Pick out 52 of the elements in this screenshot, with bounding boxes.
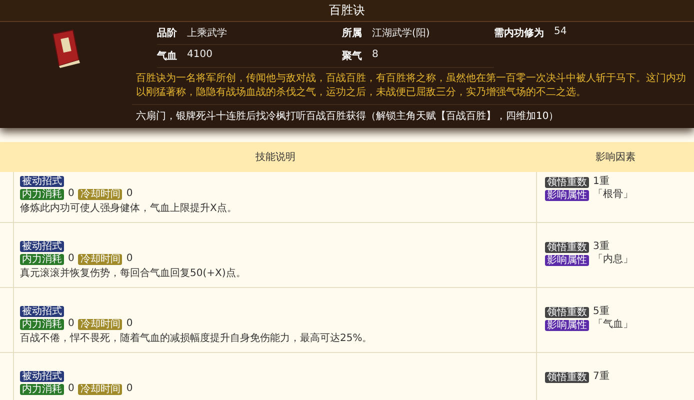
- cooldown-value: 0: [126, 188, 133, 200]
- attribute-value: 上乘武学: [187, 26, 227, 40]
- level-value: 7重: [593, 371, 610, 383]
- attribute-value: 4100: [187, 49, 212, 62]
- level-value: 5重: [593, 306, 610, 318]
- cooldown-badge: 冷却时间: [78, 318, 122, 330]
- source-text: 六扇门，银牌死斗十连胜后找冷枫打听百战百胜获得（解锁主角天赋【百战百胜】，四维加10）: [135, 110, 560, 124]
- skill-type-badge: 被动招式: [20, 371, 64, 382]
- attribute-label: 需内功修为: [494, 26, 544, 40]
- cost-badge: 内力消耗: [20, 318, 64, 330]
- affected-attribute: 「根骨」: [593, 189, 633, 201]
- skill-type-badge: 被动招式: [20, 306, 64, 317]
- level-badge: 领悟重数: [545, 372, 589, 382]
- column-header: 技能说明: [254, 150, 296, 164]
- attribute-value: 江湖武学(阳): [372, 26, 430, 40]
- attribute-value: 8: [372, 49, 378, 62]
- skill-description: 百胜诀为一名将军所创，传闻他与敌对战，百战百胜，有百胜将之称，虽然他在第一百零一次决斗中被人斩于马下。这门内功以刚猛著称，隐隐有战场血战的杀伐之气，运功之后，未战便已屈敌三分，实乃增强气场的不二之选。: [132, 68, 694, 105]
- skill-effect-text: 真元滚滚并恢复伤势，每回合气血回复50(+X)点。: [20, 266, 247, 280]
- level-value: 1重: [593, 176, 610, 188]
- affected-attribute: 「气血」: [593, 319, 633, 331]
- level-badge: 领悟重数: [545, 176, 589, 188]
- cost-value: 0: [68, 253, 74, 265]
- cost-badge: 内力消耗: [20, 188, 64, 200]
- attribute-badge: 影响属性: [545, 190, 589, 200]
- level-value: 3重: [593, 241, 610, 253]
- column-header: 影响因素: [594, 150, 636, 164]
- skill-type-badge: 被动招式: [20, 176, 64, 187]
- cost-value: 0: [68, 383, 74, 395]
- attribute-label: 所属: [342, 26, 362, 40]
- cooldown-value: 0: [126, 318, 133, 330]
- attribute-value: 54: [554, 26, 567, 39]
- cooldown-value: 0: [126, 383, 133, 395]
- cooldown-badge: 冷却时间: [78, 188, 122, 200]
- cost-value: 0: [68, 188, 74, 200]
- cooldown-badge: 冷却时间: [78, 384, 122, 394]
- attribute-label: 气血: [157, 50, 177, 63]
- skill-title: 百胜诀: [0, 0, 694, 22]
- cost-value: 0: [68, 318, 74, 330]
- cooldown-badge: 冷却时间: [78, 254, 122, 264]
- cost-badge: 内力消耗: [20, 254, 64, 264]
- attribute-label: 品阶: [157, 26, 177, 40]
- attribute-badge: 影响属性: [545, 320, 589, 330]
- cost-badge: 内力消耗: [20, 384, 64, 394]
- skill-effect-text: 百战不倦，悍不畏死，随着气血的减损幅度提升自身免伤能力，最高可达25%。: [20, 332, 374, 345]
- level-badge: 领悟重数: [545, 306, 589, 318]
- level-badge: 领悟重数: [545, 242, 589, 252]
- skill-type-badge: 被动招式: [20, 241, 64, 252]
- attribute-badge: 影响属性: [545, 254, 589, 266]
- attribute-label: 聚气: [342, 50, 362, 63]
- cooldown-value: 0: [126, 253, 133, 265]
- affected-attribute: 「内息」: [593, 254, 633, 266]
- skill-effect-text: 修炼此内功可使人强身健体，气血上限提升X点。: [20, 202, 238, 215]
